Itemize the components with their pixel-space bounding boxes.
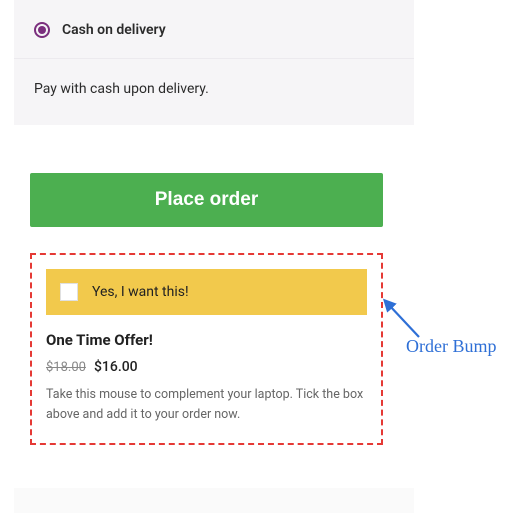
order-bump-description: Take this mouse to complement your lapto… — [46, 385, 367, 425]
order-bump-box: Yes, I want this! One Time Offer! $18.00… — [30, 253, 383, 445]
order-bump-price-row: $18.00 $16.00 — [46, 359, 367, 375]
payment-method-box: Cash on delivery Pay with cash upon deli… — [14, 0, 414, 125]
payment-method-label: Cash on delivery — [62, 22, 166, 38]
order-bump-price-old: $18.00 — [46, 360, 86, 375]
checkout-container: Place order Yes, I want this! One Time O… — [14, 157, 399, 457]
place-order-button[interactable]: Place order — [30, 173, 383, 227]
annotation-label: Order Bump — [406, 336, 496, 357]
order-bump-price-new: $16.00 — [94, 359, 138, 375]
order-bump-accept-bar[interactable]: Yes, I want this! — [46, 269, 367, 315]
order-bump-title: One Time Offer! — [46, 331, 367, 349]
order-bump-checkbox[interactable] — [60, 283, 78, 301]
radio-selected-icon — [34, 22, 50, 38]
payment-method-option[interactable]: Cash on delivery — [14, 0, 414, 59]
payment-method-description: Pay with cash upon delivery. — [14, 59, 414, 125]
order-bump-accept-label: Yes, I want this! — [92, 284, 189, 300]
faint-footer-bar — [14, 488, 414, 513]
